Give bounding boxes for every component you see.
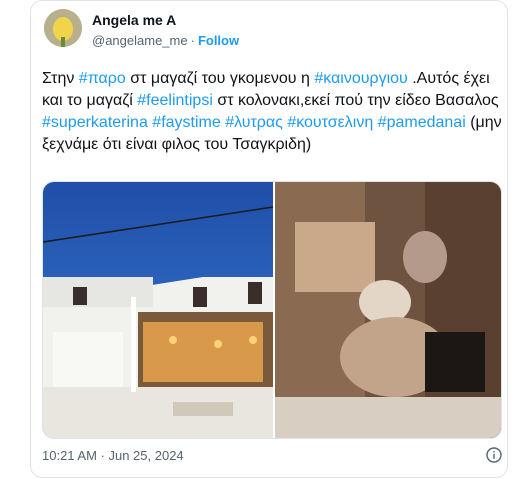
separator-dot: · [190, 33, 195, 48]
author-handle[interactable]: @angelame_me [92, 33, 188, 48]
media-photo-restaurant[interactable] [43, 182, 273, 438]
tweet-media[interactable] [42, 181, 502, 439]
hashtag-link[interactable]: #feelintipsi [137, 92, 213, 109]
hashtag-link[interactable]: #καινουργιου [314, 70, 407, 87]
author-handle-row: @angelame_me · Follow [92, 33, 239, 48]
tweet-text-run: στ κολονακι,εκεί πού την είδεο Βασαλος [212, 92, 499, 109]
tweet-text-run: στ μαγαζί του γκομενου η [125, 70, 315, 87]
follow-button[interactable]: Follow [198, 33, 239, 48]
tweet-card[interactable]: Angela me A @angelame_me · Follow Στην #πα… [30, 0, 508, 478]
tweet-text: Στην #παρο στ μαγαζί του γκομενου η #και… [42, 68, 504, 156]
hashtag-link[interactable]: #παρο [79, 70, 126, 87]
hashtag-link[interactable]: #faystime [152, 114, 220, 131]
tweet-text-run: Στην [42, 70, 79, 87]
hashtag-link[interactable]: #superkaterina [42, 114, 148, 131]
media-photo-people[interactable] [275, 182, 501, 438]
info-circle-icon[interactable] [486, 447, 502, 463]
hashtag-link[interactable]: #λυτρας [225, 114, 283, 131]
tweet-timestamp[interactable]: 10:21 AM · Jun 25, 2024 [42, 448, 184, 463]
hashtag-link[interactable]: #κουτσελινη [287, 114, 373, 131]
author-avatar[interactable] [44, 9, 82, 47]
hashtag-link[interactable]: #pamedanai [378, 114, 466, 131]
author-name[interactable]: Angela me A [92, 12, 176, 28]
